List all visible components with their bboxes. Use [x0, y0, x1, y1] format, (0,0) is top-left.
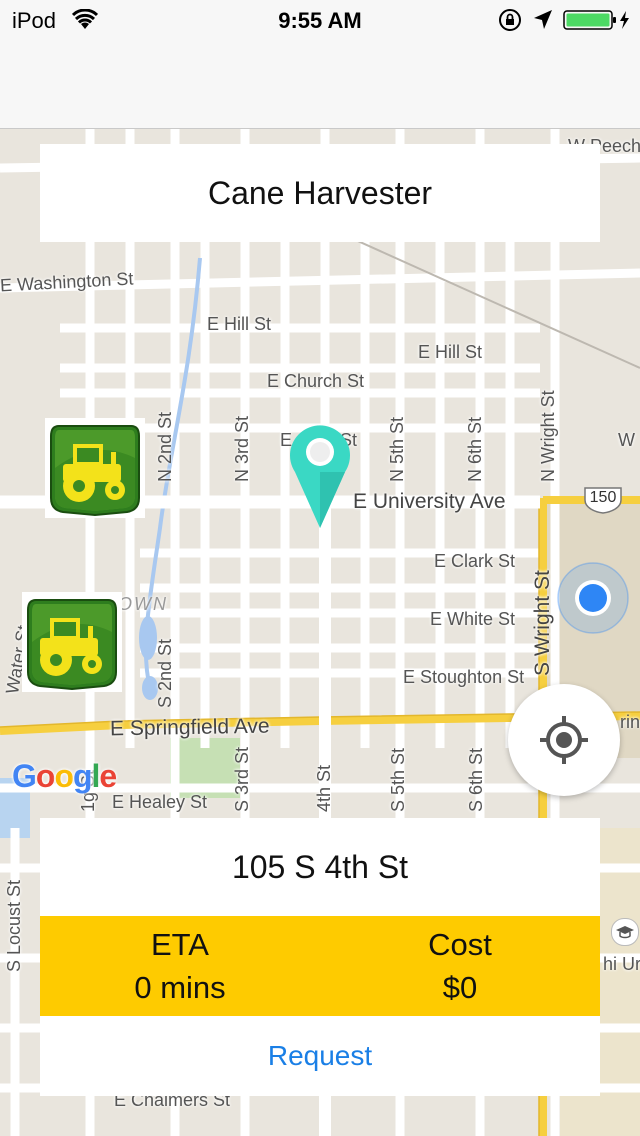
- location-arrow-icon: [533, 9, 553, 36]
- my-location-button[interactable]: [508, 684, 620, 796]
- tractor-icon[interactable]: [22, 592, 122, 692]
- trip-info-panel: 105 S 4th St ETA 0 mins Cost $0 Request: [40, 818, 600, 1096]
- cost-section: Cost $0: [320, 916, 600, 1016]
- status-bar: iPod 9:55 AM: [0, 0, 640, 40]
- eta-value: 0 mins: [134, 970, 226, 1005]
- route-number: 150: [589, 489, 617, 506]
- street-label: 4th St: [314, 764, 334, 812]
- street-label: S 3rd St: [232, 746, 252, 812]
- street-label: E Hill St: [207, 314, 272, 334]
- street-label: S Locust St: [4, 879, 24, 972]
- request-button[interactable]: Request: [40, 1016, 600, 1096]
- request-label: Request: [267, 1040, 373, 1071]
- street-label: E White St: [430, 609, 516, 629]
- street-label: N Wright St: [538, 390, 558, 482]
- address-text: 105 S 4th St: [231, 848, 409, 885]
- google-letter-o1: o: [35, 758, 56, 794]
- street-label: N 6th St: [465, 416, 485, 482]
- street-label: E Church St: [267, 371, 365, 391]
- google-letter-g: G: [12, 758, 37, 794]
- rotation-lock-icon: [498, 8, 522, 37]
- map-pin-icon[interactable]: [289, 422, 351, 530]
- street-label: E Stoughton St: [403, 667, 525, 687]
- street-label: W: [618, 430, 635, 450]
- google-letter-o2: o: [54, 758, 74, 794]
- my-location-icon: [540, 716, 588, 764]
- map-view[interactable]: E Washington St E Hill St E Hill St E Ch…: [0, 128, 640, 1136]
- vehicle-title-card: Cane Harvester: [40, 144, 600, 242]
- eta-cost-bar: ETA 0 mins Cost $0: [40, 916, 600, 1016]
- google-letter-g2: g: [72, 758, 93, 794]
- street-label: S 2nd St: [155, 638, 175, 708]
- page-title: Cane Harvester: [207, 174, 433, 211]
- street-label: E Springfield Ave: [109, 714, 270, 741]
- battery-charging-icon: [563, 9, 633, 36]
- street-label: S 5th St: [388, 747, 408, 812]
- google-letter-e: e: [99, 758, 117, 794]
- eta-label: ETA: [151, 927, 209, 962]
- street-label: E Clark St: [434, 551, 516, 571]
- google-logo: Google: [12, 758, 117, 795]
- street-label: N 2nd St: [155, 411, 175, 482]
- cost-value: $0: [442, 970, 478, 1005]
- user-location-dot: [556, 561, 630, 635]
- graduation-cap-icon: [611, 918, 639, 946]
- street-label: hi Ur: [603, 954, 640, 974]
- street-label: S Wright St: [531, 570, 554, 676]
- street-label: N 3rd St: [232, 415, 252, 482]
- tractor-icon[interactable]: [45, 418, 145, 518]
- eta-section: ETA 0 mins: [40, 916, 320, 1016]
- navigation-bar: [0, 40, 640, 129]
- street-label: N 5th St: [387, 416, 407, 482]
- address-field: 105 S 4th St: [40, 818, 600, 916]
- street-label: E Healey St: [112, 792, 208, 812]
- street-label: E University Ave: [353, 490, 506, 513]
- street-label: E Hill St: [418, 342, 483, 362]
- street-label: S 6th St: [466, 747, 486, 812]
- cost-label: Cost: [428, 927, 492, 962]
- street-label: rin: [620, 712, 640, 732]
- district-label: OWN: [118, 594, 168, 614]
- route-shield-icon: 150: [583, 486, 623, 514]
